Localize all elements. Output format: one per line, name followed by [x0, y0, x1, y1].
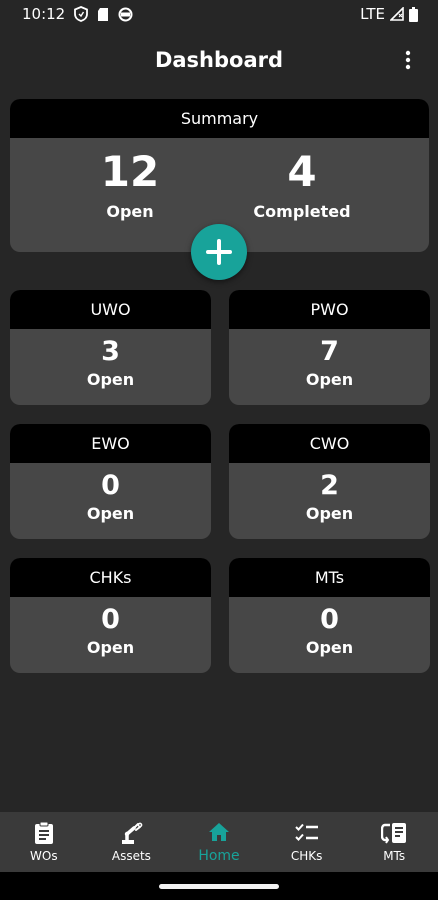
nav-label: WOs: [30, 849, 58, 863]
card-header: EWO: [10, 424, 211, 463]
card-count: 0: [320, 604, 339, 635]
card-label: Open: [86, 638, 135, 657]
card-label: Open: [305, 504, 354, 523]
page-title: Dashboard: [154, 48, 284, 72]
uwo-card[interactable]: UWO 3 Open: [10, 290, 211, 405]
card-body: 0 Open: [10, 463, 211, 539]
card-count: 3: [101, 336, 120, 367]
card-body: 7 Open: [229, 329, 430, 405]
card-label: Open: [86, 370, 135, 389]
card-body: 0 Open: [10, 597, 211, 673]
card-header: MTs: [229, 558, 430, 597]
home-icon: [206, 820, 232, 844]
open-count: 12: [100, 147, 160, 196]
card-count: 7: [320, 336, 339, 367]
nav-item-assets[interactable]: Assets: [88, 812, 176, 872]
network-type: LTE: [360, 5, 385, 23]
card-header: CHKs: [10, 558, 211, 597]
nav-item-wos[interactable]: WOs: [0, 812, 88, 872]
pwo-card[interactable]: PWO 7 Open: [229, 290, 430, 405]
card-label: Open: [86, 504, 135, 523]
card-header: PWO: [229, 290, 430, 329]
card-header: UWO: [10, 290, 211, 329]
card-body: 0 Open: [229, 597, 430, 673]
summary-open[interactable]: 12 Open: [50, 147, 210, 222]
nav-item-chks[interactable]: CHKs: [263, 812, 351, 872]
gesture-area: [0, 872, 438, 900]
plus-icon: [206, 239, 232, 265]
card-count: 2: [320, 470, 339, 501]
nav-label: MTs: [383, 849, 406, 863]
meter-transfer-icon: [381, 821, 407, 845]
nav-item-home[interactable]: Home: [175, 812, 263, 872]
card-count: 0: [101, 604, 120, 635]
card-label: Open: [305, 638, 354, 657]
chks-card[interactable]: CHKs 0 Open: [10, 558, 211, 673]
bottom-nav: WOs Assets Home CHKs MTs: [0, 812, 438, 872]
ewo-card[interactable]: EWO 0 Open: [10, 424, 211, 539]
card-body: 2 Open: [229, 463, 430, 539]
card-header: CWO: [229, 424, 430, 463]
gesture-handle[interactable]: [159, 884, 279, 889]
add-button[interactable]: [191, 224, 247, 280]
mts-card[interactable]: MTs 0 Open: [229, 558, 430, 673]
sd-card-icon: [97, 7, 109, 22]
battery-icon: [409, 6, 418, 22]
nav-label: Home: [198, 848, 240, 864]
clipboard-icon: [31, 821, 57, 845]
signal-icon: [390, 7, 404, 21]
app-bar: Dashboard: [0, 28, 438, 92]
status-time: 10:12: [22, 5, 66, 23]
shield-icon: [74, 6, 89, 22]
status-bar: 10:12 LTE: [0, 0, 438, 28]
status-right: LTE: [360, 5, 418, 23]
more-vert-icon: [405, 50, 411, 70]
completed-label: Completed: [253, 202, 351, 221]
nav-label: Assets: [111, 849, 151, 863]
overflow-menu-button[interactable]: [396, 48, 420, 72]
completed-count: 4: [287, 147, 317, 196]
card-count: 0: [101, 470, 120, 501]
nav-label: CHKs: [290, 849, 323, 863]
open-label: Open: [106, 202, 154, 221]
nav-item-mts[interactable]: MTs: [350, 812, 438, 872]
checklist-icon: [294, 821, 320, 845]
cwo-card[interactable]: CWO 2 Open: [229, 424, 430, 539]
card-label: Open: [305, 370, 354, 389]
robot-arm-icon: [118, 821, 144, 845]
status-left: 10:12: [22, 5, 133, 23]
card-body: 3 Open: [10, 329, 211, 405]
sync-icon: [118, 7, 133, 22]
summary-completed[interactable]: 4 Completed: [222, 147, 382, 222]
summary-header: Summary: [10, 99, 429, 138]
